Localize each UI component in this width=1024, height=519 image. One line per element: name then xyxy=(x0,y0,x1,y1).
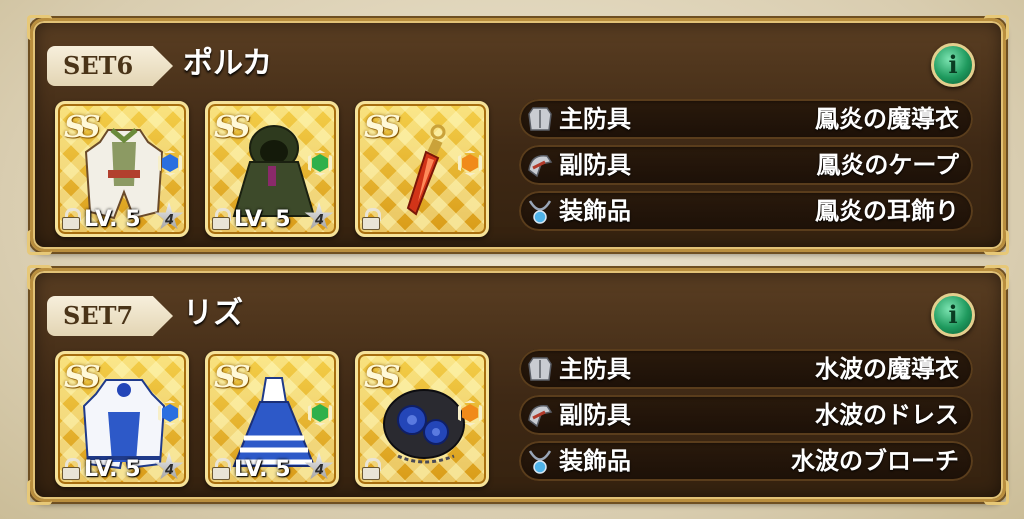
equipment-name: 鳳炎の魔導衣 xyxy=(815,105,959,133)
slot-type: 装飾品 xyxy=(559,447,631,475)
equipment-tile[interactable]: SS xyxy=(355,351,489,487)
set-label: SET7 xyxy=(47,296,173,336)
info-button[interactable]: i xyxy=(931,43,975,87)
equipment-name: 水波の魔導衣 xyxy=(815,355,959,383)
corner-ornament xyxy=(984,15,1009,40)
corner-ornament xyxy=(27,480,52,505)
equipment-slot-sub-armor[interactable]: 副防具 水波のドレス xyxy=(519,395,973,435)
lock-icon[interactable] xyxy=(212,458,231,480)
equipment-slot-accessory[interactable]: 装飾品 水波のブローチ xyxy=(519,441,973,481)
character-name: リズ xyxy=(183,296,243,331)
info-button[interactable]: i xyxy=(931,293,975,337)
slot-type: 副防具 xyxy=(559,151,631,179)
helmet-icon xyxy=(528,405,553,428)
equipment-name: 鳳炎の耳飾り xyxy=(815,197,959,225)
item-level: LV. 5 xyxy=(84,457,141,482)
corner-ornament xyxy=(27,265,52,290)
equipment-tile[interactable]: SS xyxy=(355,101,489,237)
star-count: 4 xyxy=(314,213,324,228)
star-count: 4 xyxy=(314,463,324,478)
equipment-tile[interactable]: SS LV. 5 4 xyxy=(55,101,189,237)
corner-ornament xyxy=(984,480,1009,505)
lock-icon[interactable] xyxy=(362,208,381,230)
slot-type: 主防具 xyxy=(559,105,631,133)
slot-type: 装飾品 xyxy=(559,197,631,225)
equipment-set-panel: SET6 ポルカ i SS LV. 5 4 SS LV. 5 4 SS 主防具 … xyxy=(27,15,1009,255)
corner-ornament xyxy=(27,15,52,40)
equipment-name: 水波のドレス xyxy=(815,401,959,429)
star-count: 4 xyxy=(164,463,174,478)
set-label: SET6 xyxy=(47,46,173,86)
lock-icon[interactable] xyxy=(62,208,81,230)
equipment-tile[interactable]: SS LV. 5 4 xyxy=(205,101,339,237)
necklace-icon xyxy=(528,450,552,474)
equipment-slot-sub-armor[interactable]: 副防具 鳳炎のケープ xyxy=(519,145,973,185)
necklace-icon xyxy=(528,200,552,224)
blue-rose-brooch-icon xyxy=(383,389,465,464)
helmet-icon xyxy=(528,155,553,178)
star-count: 4 xyxy=(164,213,174,228)
slot-type: 副防具 xyxy=(559,401,631,429)
equipment-tile[interactable]: SS LV. 5 4 xyxy=(55,351,189,487)
item-level: LV. 5 xyxy=(234,207,291,232)
equipment-set-panel: SET7 リズ i SS LV. 5 4 SS LV. 5 4 SS 主防具 水… xyxy=(27,265,1009,505)
item-level: LV. 5 xyxy=(84,207,141,232)
lock-icon[interactable] xyxy=(62,458,81,480)
corner-ornament xyxy=(984,265,1009,290)
item-level: LV. 5 xyxy=(234,457,291,482)
lock-icon[interactable] xyxy=(212,208,231,230)
equipment-slot-accessory[interactable]: 装飾品 鳳炎の耳飾り xyxy=(519,191,973,231)
red-crystal-earring-icon xyxy=(406,124,446,216)
character-name: ポルカ xyxy=(183,46,273,81)
lock-icon[interactable] xyxy=(362,458,381,480)
equipment-name: 鳳炎のケープ xyxy=(816,151,959,179)
equipment-slot-main-armor[interactable]: 主防具 鳳炎の魔導衣 xyxy=(519,99,973,139)
armor-icon xyxy=(528,107,552,131)
equipment-tile[interactable]: SS LV. 5 4 xyxy=(205,351,339,487)
corner-ornament xyxy=(27,230,52,255)
corner-ornament xyxy=(984,230,1009,255)
armor-icon xyxy=(528,357,552,381)
equipment-name: 水波のブローチ xyxy=(791,447,959,475)
equipment-slot-main-armor[interactable]: 主防具 水波の魔導衣 xyxy=(519,349,973,389)
slot-type: 主防具 xyxy=(559,355,631,383)
